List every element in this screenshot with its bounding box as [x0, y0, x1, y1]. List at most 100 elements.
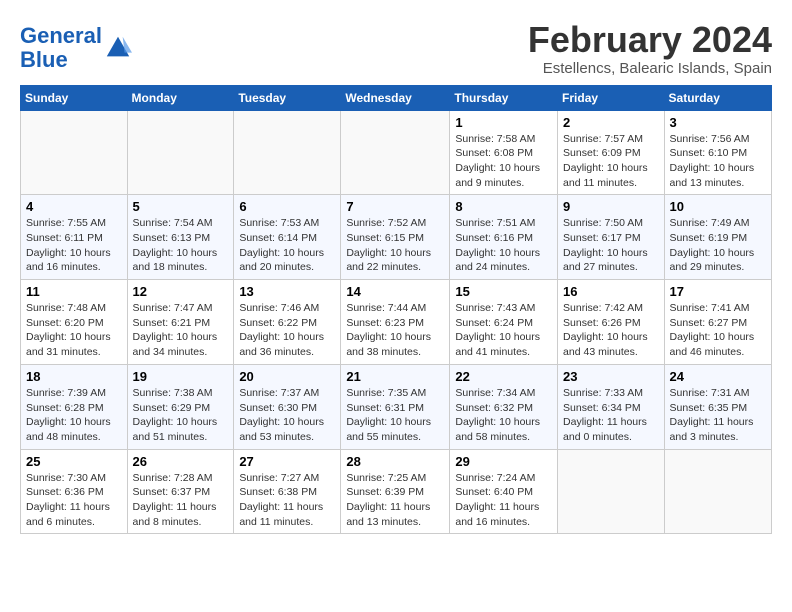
- calendar-week-row: 25Sunrise: 7:30 AM Sunset: 6:36 PM Dayli…: [21, 449, 772, 534]
- day-info: Sunrise: 7:51 AM Sunset: 6:16 PM Dayligh…: [455, 216, 552, 275]
- day-info: Sunrise: 7:24 AM Sunset: 6:40 PM Dayligh…: [455, 471, 552, 530]
- day-info: Sunrise: 7:39 AM Sunset: 6:28 PM Dayligh…: [26, 386, 122, 445]
- calendar-day-cell: 23Sunrise: 7:33 AM Sunset: 6:34 PM Dayli…: [558, 364, 665, 449]
- day-number: 6: [239, 199, 335, 214]
- calendar-day-cell: 26Sunrise: 7:28 AM Sunset: 6:37 PM Dayli…: [127, 449, 234, 534]
- calendar-day-cell: 24 Sunrise: 7:31 AM Sunset: 6:35 PM Dayli…: [664, 364, 771, 449]
- day-info: Sunrise: 7:25 AM Sunset: 6:39 PM Dayligh…: [346, 471, 444, 530]
- calendar-header-row: SundayMondayTuesdayWednesdayThursdayFrid…: [21, 85, 772, 110]
- day-info: Sunrise: 7:42 AM Sunset: 6:26 PM Dayligh…: [563, 301, 659, 360]
- day-number: 29: [455, 454, 552, 469]
- weekday-header: Saturday: [664, 85, 771, 110]
- day-number: 18: [26, 369, 122, 384]
- day-info: Sunrise: 7:35 AM Sunset: 6:31 PM Dayligh…: [346, 386, 444, 445]
- calendar-day-cell: 9 Sunrise: 7:50 AM Sunset: 6:17 PM Daylig…: [558, 195, 665, 280]
- calendar-day-cell: 28 Sunrise: 7:25 AM Sunset: 6:39 PM Dayli…: [341, 449, 450, 534]
- calendar-day-cell: [341, 110, 450, 195]
- calendar-day-cell: 6 Sunrise: 7:53 AM Sunset: 6:14 PM Daylig…: [234, 195, 341, 280]
- day-number: 28: [346, 454, 444, 469]
- day-number: 15: [455, 284, 552, 299]
- day-number: 21: [346, 369, 444, 384]
- calendar-day-cell: 12 Sunrise: 7:47 AM Sunset: 6:21 PM Dayli…: [127, 280, 234, 365]
- day-number: 8: [455, 199, 552, 214]
- day-number: 4: [26, 199, 122, 214]
- calendar-week-row: 18 Sunrise: 7:39 AM Sunset: 6:28 PM Dayli…: [21, 364, 772, 449]
- day-number: 9: [563, 199, 659, 214]
- day-info: Sunrise: 7:57 AM Sunset: 6:09 PM Dayligh…: [563, 132, 659, 191]
- day-number: 27: [239, 454, 335, 469]
- day-number: 16: [563, 284, 659, 299]
- calendar-day-cell: 7 Sunrise: 7:52 AM Sunset: 6:15 PM Daylig…: [341, 195, 450, 280]
- day-number: 12: [133, 284, 229, 299]
- day-number: 14: [346, 284, 444, 299]
- day-info: Sunrise: 7:37 AM Sunset: 6:30 PM Dayligh…: [239, 386, 335, 445]
- calendar-day-cell: 14 Sunrise: 7:44 AM Sunset: 6:23 PM Dayli…: [341, 280, 450, 365]
- weekday-header: Tuesday: [234, 85, 341, 110]
- day-info: Sunrise: 7:54 AM Sunset: 6:13 PM Dayligh…: [133, 216, 229, 275]
- location-title: Estellencs, Balearic Islands, Spain: [528, 60, 772, 77]
- title-block: February 2024 Estellencs, Balearic Islan…: [528, 20, 772, 77]
- day-info: Sunrise: 7:50 AM Sunset: 6:17 PM Dayligh…: [563, 216, 659, 275]
- calendar-day-cell: 4 Sunrise: 7:55 AM Sunset: 6:11 PM Daylig…: [21, 195, 128, 280]
- day-number: 7: [346, 199, 444, 214]
- calendar-table: SundayMondayTuesdayWednesdayThursdayFrid…: [20, 85, 772, 535]
- day-info: Sunrise: 7:48 AM Sunset: 6:20 PM Dayligh…: [26, 301, 122, 360]
- calendar-week-row: 1 Sunrise: 7:58 AM Sunset: 6:08 PM Daylig…: [21, 110, 772, 195]
- calendar-day-cell: 15 Sunrise: 7:43 AM Sunset: 6:24 PM Dayli…: [450, 280, 558, 365]
- day-number: 24: [670, 369, 766, 384]
- calendar-week-row: 4 Sunrise: 7:55 AM Sunset: 6:11 PM Daylig…: [21, 195, 772, 280]
- calendar-body: 1 Sunrise: 7:58 AM Sunset: 6:08 PM Daylig…: [21, 110, 772, 534]
- day-info: Sunrise: 7:58 AM Sunset: 6:08 PM Dayligh…: [455, 132, 552, 191]
- day-number: 20: [239, 369, 335, 384]
- day-number: 13: [239, 284, 335, 299]
- day-number: 10: [670, 199, 766, 214]
- day-info: Sunrise: 7:53 AM Sunset: 6:14 PM Dayligh…: [239, 216, 335, 275]
- day-number: 26: [133, 454, 229, 469]
- calendar-day-cell: [664, 449, 771, 534]
- calendar-day-cell: 2 Sunrise: 7:57 AM Sunset: 6:09 PM Daylig…: [558, 110, 665, 195]
- calendar-day-cell: 1 Sunrise: 7:58 AM Sunset: 6:08 PM Daylig…: [450, 110, 558, 195]
- day-number: 1: [455, 115, 552, 130]
- day-info: Sunrise: 7:41 AM Sunset: 6:27 PM Dayligh…: [670, 301, 766, 360]
- day-number: 17: [670, 284, 766, 299]
- day-info: Sunrise: 7:47 AM Sunset: 6:21 PM Dayligh…: [133, 301, 229, 360]
- logo: General Blue: [20, 24, 132, 72]
- weekday-header: Wednesday: [341, 85, 450, 110]
- day-number: 5: [133, 199, 229, 214]
- calendar-day-cell: [558, 449, 665, 534]
- calendar-day-cell: 25Sunrise: 7:30 AM Sunset: 6:36 PM Dayli…: [21, 449, 128, 534]
- page-header: General Blue February 2024 Estellencs, B…: [20, 20, 772, 77]
- day-info: Sunrise: 7:52 AM Sunset: 6:15 PM Dayligh…: [346, 216, 444, 275]
- calendar-day-cell: [21, 110, 128, 195]
- day-number: 25: [26, 454, 122, 469]
- calendar-day-cell: 27Sunrise: 7:27 AM Sunset: 6:38 PM Dayli…: [234, 449, 341, 534]
- day-number: 22: [455, 369, 552, 384]
- day-info: Sunrise: 7:34 AM Sunset: 6:32 PM Dayligh…: [455, 386, 552, 445]
- day-info: Sunrise: 7:38 AM Sunset: 6:29 PM Dayligh…: [133, 386, 229, 445]
- calendar-day-cell: 18 Sunrise: 7:39 AM Sunset: 6:28 PM Dayli…: [21, 364, 128, 449]
- calendar-day-cell: 13 Sunrise: 7:46 AM Sunset: 6:22 PM Dayli…: [234, 280, 341, 365]
- calendar-day-cell: 19 Sunrise: 7:38 AM Sunset: 6:29 PM Dayli…: [127, 364, 234, 449]
- weekday-header: Thursday: [450, 85, 558, 110]
- calendar-day-cell: [127, 110, 234, 195]
- calendar-day-cell: 20 Sunrise: 7:37 AM Sunset: 6:30 PM Dayli…: [234, 364, 341, 449]
- weekday-header: Friday: [558, 85, 665, 110]
- calendar-day-cell: 17 Sunrise: 7:41 AM Sunset: 6:27 PM Dayli…: [664, 280, 771, 365]
- calendar-day-cell: 3Sunrise: 7:56 AM Sunset: 6:10 PM Daylig…: [664, 110, 771, 195]
- day-info: Sunrise: 7:55 AM Sunset: 6:11 PM Dayligh…: [26, 216, 122, 275]
- calendar-day-cell: 16 Sunrise: 7:42 AM Sunset: 6:26 PM Dayli…: [558, 280, 665, 365]
- day-info: Sunrise: 7:44 AM Sunset: 6:23 PM Dayligh…: [346, 301, 444, 360]
- day-number: 2: [563, 115, 659, 130]
- day-info: Sunrise: 7:43 AM Sunset: 6:24 PM Dayligh…: [455, 301, 552, 360]
- calendar-day-cell: 11Sunrise: 7:48 AM Sunset: 6:20 PM Dayli…: [21, 280, 128, 365]
- logo-icon: [104, 34, 132, 62]
- day-info: Sunrise: 7:31 AM Sunset: 6:35 PM Dayligh…: [670, 386, 766, 445]
- weekday-header: Sunday: [21, 85, 128, 110]
- calendar-day-cell: [234, 110, 341, 195]
- month-title: February 2024: [528, 20, 772, 60]
- day-info: Sunrise: 7:46 AM Sunset: 6:22 PM Dayligh…: [239, 301, 335, 360]
- calendar-day-cell: 22 Sunrise: 7:34 AM Sunset: 6:32 PM Dayli…: [450, 364, 558, 449]
- weekday-header: Monday: [127, 85, 234, 110]
- calendar-week-row: 11Sunrise: 7:48 AM Sunset: 6:20 PM Dayli…: [21, 280, 772, 365]
- day-number: 19: [133, 369, 229, 384]
